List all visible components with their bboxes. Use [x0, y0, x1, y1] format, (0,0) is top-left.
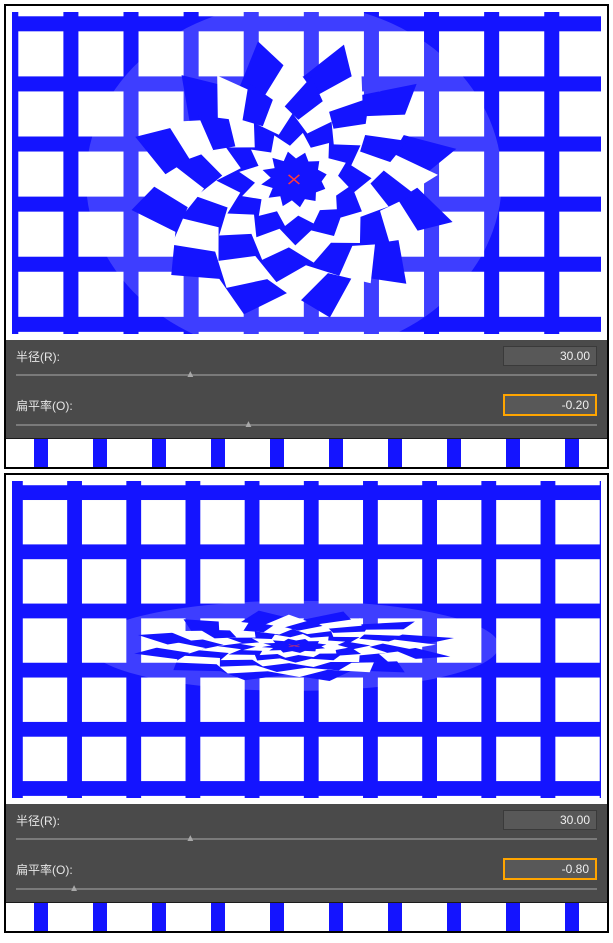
radius-input[interactable]: [503, 346, 597, 366]
oblate-slider[interactable]: ▲: [16, 884, 597, 894]
radius-slider[interactable]: ▲: [16, 370, 597, 380]
radius-slider-thumb[interactable]: ▲: [185, 370, 195, 380]
radius-slider-thumb[interactable]: ▲: [185, 834, 195, 844]
preview-svg: [12, 481, 601, 798]
preview-canvas: [12, 12, 601, 334]
oblate-label: 扁平率(O):: [16, 861, 86, 878]
preview-canvas: [12, 481, 601, 798]
controls: 半径(R): ▲ 扁平率(O): ▲: [6, 340, 607, 438]
oblate-slider[interactable]: ▲: [16, 420, 597, 430]
preview-svg: [12, 12, 601, 334]
radius-input[interactable]: [503, 810, 597, 830]
radius-label: 半径(R):: [16, 812, 86, 829]
oblate-slider-thumb[interactable]: ▲: [243, 420, 253, 430]
radius-slider[interactable]: ▲: [16, 834, 597, 844]
effect-panel-1: 半径(R): ▲ 扁平率(O): ▲: [4, 473, 609, 933]
oblate-label: 扁平率(O):: [16, 397, 86, 414]
grid-strip: [6, 438, 607, 467]
oblate-slider-thumb[interactable]: ▲: [69, 884, 79, 894]
effect-panel-0: 半径(R): ▲ 扁平率(O): ▲: [4, 4, 609, 469]
radius-label: 半径(R):: [16, 348, 86, 365]
controls: 半径(R): ▲ 扁平率(O): ▲: [6, 804, 607, 902]
oblate-input[interactable]: [503, 858, 597, 880]
oblate-input[interactable]: [503, 394, 597, 416]
grid-strip: [6, 902, 607, 931]
